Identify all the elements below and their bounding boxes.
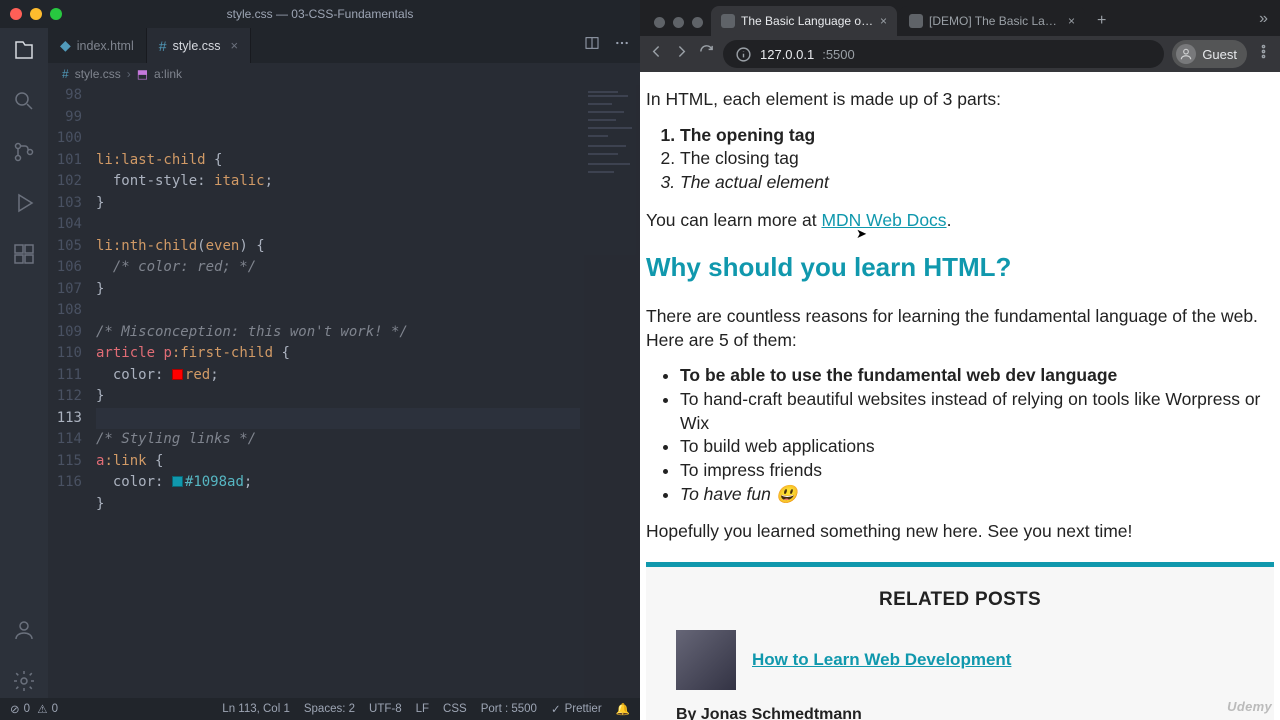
maximize-window-icon[interactable] bbox=[692, 17, 703, 28]
status-cursor[interactable]: Ln 113, Col 1 bbox=[222, 703, 290, 715]
tab-title: The Basic Language of the We bbox=[741, 14, 874, 28]
back-button[interactable] bbox=[648, 43, 665, 65]
close-tab-icon[interactable]: × bbox=[1068, 14, 1075, 28]
tab-style-css[interactable]: # style.css × bbox=[147, 28, 251, 63]
tab-label: index.html bbox=[77, 39, 134, 53]
close-tab-icon[interactable]: × bbox=[880, 14, 887, 28]
breadcrumb[interactable]: # style.css › ⬒ a:link bbox=[48, 63, 640, 85]
chrome-kebab-icon[interactable] bbox=[1255, 43, 1272, 65]
status-spaces[interactable]: Spaces: 2 bbox=[304, 703, 355, 715]
account-icon[interactable] bbox=[12, 618, 36, 647]
activity-bar bbox=[0, 28, 48, 698]
settings-icon[interactable] bbox=[12, 669, 36, 698]
window-title: style.css — 03-CSS-Fundamentals bbox=[227, 7, 414, 21]
rendered-page[interactable]: In HTML, each element is made up of 3 pa… bbox=[640, 72, 1280, 720]
list-item: To be able to use the fundamental web de… bbox=[680, 364, 1274, 388]
related-posts-aside: RELATED POSTS How to Learn Web Developme… bbox=[646, 562, 1274, 720]
close-window-icon[interactable] bbox=[10, 8, 22, 20]
explorer-icon[interactable] bbox=[12, 38, 36, 67]
status-prettier[interactable]: ✓ Prettier bbox=[551, 702, 602, 716]
new-tab-button[interactable]: + bbox=[1087, 12, 1116, 36]
window-controls bbox=[10, 8, 62, 20]
url-port: :5500 bbox=[822, 47, 855, 62]
forward-button[interactable] bbox=[673, 43, 690, 65]
more-actions-icon[interactable] bbox=[614, 35, 630, 56]
reasons-list: To be able to use the fundamental web de… bbox=[646, 364, 1274, 506]
related-link[interactable]: How to Learn Web Development bbox=[752, 649, 1011, 672]
address-bar[interactable]: 127.0.0.1 :5500 bbox=[723, 40, 1164, 68]
split-editor-icon[interactable] bbox=[584, 35, 600, 56]
close-tab-icon[interactable]: × bbox=[231, 38, 239, 53]
guest-label: Guest bbox=[1202, 47, 1237, 62]
chrome-window-controls bbox=[650, 17, 711, 36]
watermark: Udemy bbox=[1227, 698, 1272, 716]
minimize-window-icon[interactable] bbox=[673, 17, 684, 28]
chrome-tab-inactive[interactable]: [DEMO] The Basic Language o × bbox=[899, 6, 1085, 36]
editor-tabs: ◆ index.html # style.css × bbox=[48, 28, 640, 63]
status-port[interactable]: Port : 5500 bbox=[481, 703, 537, 715]
list-item: The closing tag bbox=[680, 147, 1274, 171]
minimize-window-icon[interactable] bbox=[30, 8, 42, 20]
status-encoding[interactable]: UTF-8 bbox=[369, 703, 402, 715]
chrome-tab-active[interactable]: The Basic Language of the We × bbox=[711, 6, 897, 36]
vscode-titlebar: style.css — 03-CSS-Fundamentals bbox=[0, 0, 640, 28]
maximize-window-icon[interactable] bbox=[50, 8, 62, 20]
code-editor[interactable]: 9899100101102103104105106107108109110111… bbox=[48, 85, 640, 698]
outro-text: Hopefully you learned something new here… bbox=[646, 520, 1274, 544]
status-lang[interactable]: CSS bbox=[443, 703, 467, 715]
extensions-icon[interactable] bbox=[12, 242, 36, 271]
status-eol[interactable]: LF bbox=[416, 703, 429, 715]
tab-title: [DEMO] The Basic Language o bbox=[929, 14, 1062, 28]
list-item: The actual element bbox=[680, 171, 1274, 195]
chrome-window: The Basic Language of the We × [DEMO] Th… bbox=[640, 0, 1280, 720]
learn-more: You can learn more at MDN Web Docs. bbox=[646, 209, 1274, 233]
minimap[interactable] bbox=[584, 85, 640, 698]
debug-icon[interactable] bbox=[12, 191, 36, 220]
vscode-window: style.css — 03-CSS-Fundamentals ◆ index.… bbox=[0, 0, 640, 720]
breadcrumb-symbol: a:link bbox=[154, 67, 182, 81]
section-heading: Why should you learn HTML? bbox=[646, 250, 1274, 285]
search-icon[interactable] bbox=[12, 89, 36, 118]
parts-list: The opening tagThe closing tagThe actual… bbox=[646, 124, 1274, 195]
css-file-icon: # bbox=[159, 38, 167, 54]
list-item: To impress friends bbox=[680, 459, 1274, 483]
profile-button[interactable]: Guest bbox=[1172, 40, 1247, 68]
guest-avatar-icon bbox=[1176, 44, 1196, 64]
list-item: To build web applications bbox=[680, 435, 1274, 459]
related-thumbnail bbox=[676, 630, 736, 690]
url-host: 127.0.0.1 bbox=[760, 47, 814, 62]
intro-text: In HTML, each element is made up of 3 pa… bbox=[646, 88, 1274, 112]
related-title: RELATED POSTS bbox=[646, 587, 1274, 613]
list-item: The opening tag bbox=[680, 124, 1274, 148]
chrome-menu-icon[interactable]: » bbox=[1247, 10, 1280, 36]
favicon-icon bbox=[721, 14, 735, 28]
list-item: To hand-craft beautiful websites instead… bbox=[680, 388, 1274, 435]
favicon-icon bbox=[909, 14, 923, 28]
info-icon bbox=[735, 46, 752, 63]
mouse-cursor-icon: ➤ bbox=[856, 225, 867, 243]
reasons-intro: There are countless reasons for learning… bbox=[646, 305, 1274, 352]
mdn-link[interactable]: MDN Web Docs bbox=[821, 210, 946, 230]
close-window-icon[interactable] bbox=[654, 17, 665, 28]
source-control-icon[interactable] bbox=[12, 140, 36, 169]
chrome-tabstrip: The Basic Language of the We × [DEMO] Th… bbox=[640, 0, 1280, 36]
tab-index-html[interactable]: ◆ index.html bbox=[48, 28, 147, 63]
status-errors[interactable]: ⊘ 0 ⚠ 0 bbox=[10, 702, 58, 716]
breadcrumb-file: style.css bbox=[75, 67, 121, 81]
reload-button[interactable] bbox=[698, 43, 715, 65]
chrome-toolbar: 127.0.0.1 :5500 Guest bbox=[640, 36, 1280, 72]
status-bar: ⊘ 0 ⚠ 0 Ln 113, Col 1 Spaces: 2 UTF-8 LF… bbox=[0, 698, 640, 720]
status-bell-icon[interactable]: 🔔 bbox=[616, 702, 630, 716]
tab-label: style.css bbox=[173, 39, 221, 53]
html-file-icon: ◆ bbox=[60, 37, 71, 54]
related-byline: By Jonas Schmedtmann bbox=[646, 704, 1274, 720]
list-item: To have fun 😃 bbox=[680, 483, 1274, 507]
